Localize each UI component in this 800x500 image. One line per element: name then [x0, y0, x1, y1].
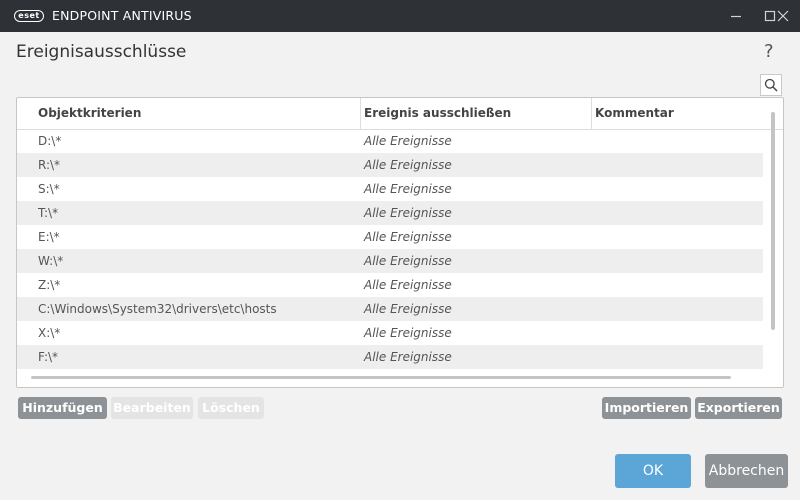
table-row[interactable]: Z:\* Alle Ereignisse: [17, 273, 763, 297]
table-row[interactable]: S:\* Alle Ereignisse: [17, 177, 763, 201]
cell-object: E:\*: [38, 230, 60, 244]
cell-object: D:\*: [38, 134, 62, 148]
add-button[interactable]: Hinzufügen: [18, 397, 107, 419]
cell-object: R:\*: [38, 158, 61, 172]
cell-event: Alle Ereignisse: [364, 350, 452, 364]
exclusions-table: Objektkriterien Ereignis ausschließen Ko…: [16, 97, 784, 388]
export-button[interactable]: Exportieren: [695, 397, 782, 419]
table-row[interactable]: W:\* Alle Ereignisse: [17, 249, 763, 273]
cell-object: C:\Windows\System32\drivers\etc\hosts: [38, 302, 277, 316]
search-button[interactable]: [760, 74, 782, 96]
column-divider[interactable]: [591, 98, 592, 129]
cell-event: Alle Ereignisse: [364, 182, 452, 196]
eset-logo: eset: [14, 10, 44, 22]
table-row[interactable]: X:\* Alle Ereignisse: [17, 321, 763, 345]
cell-event: Alle Ereignisse: [364, 206, 452, 220]
column-header-event[interactable]: Ereignis ausschließen: [364, 98, 511, 129]
cell-event: Alle Ereignisse: [364, 254, 452, 268]
cell-object: F:\*: [38, 350, 59, 364]
table-header: Objektkriterien Ereignis ausschließen Ko…: [17, 98, 783, 130]
cell-event: Alle Ereignisse: [364, 278, 452, 292]
cell-event: Alle Ereignisse: [364, 230, 452, 244]
vertical-scrollbar[interactable]: [771, 112, 775, 330]
cell-event: Alle Ereignisse: [364, 302, 452, 316]
table-row[interactable]: F:\* Alle Ereignisse: [17, 345, 763, 369]
table-row[interactable]: C:\Windows\System32\drivers\etc\hosts Al…: [17, 297, 763, 321]
table-row[interactable]: R:\* Alle Ereignisse: [17, 153, 763, 177]
table-row[interactable]: D:\* Alle Ereignisse: [17, 129, 763, 153]
ok-button[interactable]: OK: [615, 454, 691, 488]
cell-event: Alle Ereignisse: [364, 158, 452, 172]
cell-object: S:\*: [38, 182, 60, 196]
table-body: D:\* Alle Ereignisse R:\* Alle Ereigniss…: [17, 129, 763, 369]
product-name: ENDPOINT ANTIVIRUS: [52, 8, 192, 23]
cell-object: X:\*: [38, 326, 61, 340]
table-row[interactable]: E:\* Alle Ereignisse: [17, 225, 763, 249]
cancel-button[interactable]: Abbrechen: [705, 454, 788, 488]
close-icon: [777, 10, 789, 22]
column-divider[interactable]: [360, 98, 361, 129]
page-title: Ereignisausschlüsse: [16, 42, 187, 62]
edit-button[interactable]: Bearbeiten: [111, 397, 193, 419]
cell-object: W:\*: [38, 254, 64, 268]
cell-event: Alle Ereignisse: [364, 326, 452, 340]
title-bar: eset ENDPOINT ANTIVIRUS: [0, 0, 800, 32]
column-header-comment[interactable]: Kommentar: [595, 98, 674, 129]
table-row[interactable]: T:\* Alle Ereignisse: [17, 201, 763, 225]
horizontal-scrollbar[interactable]: [31, 376, 731, 379]
close-button[interactable]: [766, 0, 800, 32]
cell-event: Alle Ereignisse: [364, 134, 452, 148]
help-button[interactable]: ?: [764, 41, 774, 62]
cell-object: Z:\*: [38, 278, 61, 292]
cell-object: T:\*: [38, 206, 59, 220]
search-icon: [764, 78, 778, 92]
column-header-object[interactable]: Objektkriterien: [38, 98, 141, 129]
delete-button[interactable]: Löschen: [198, 397, 264, 419]
import-button[interactable]: Importieren: [602, 397, 691, 419]
